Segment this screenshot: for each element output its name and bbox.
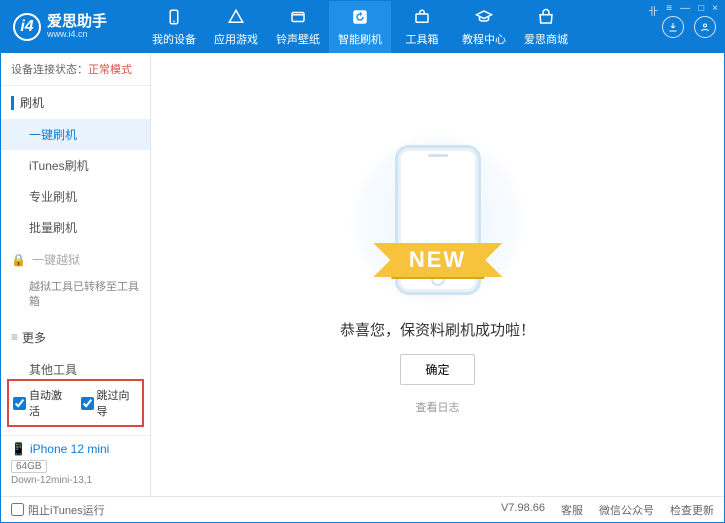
checkbox-auto-activate[interactable]: 自动激活: [13, 387, 71, 419]
sidebar-item-other-tools[interactable]: 其他工具: [1, 354, 150, 375]
graduation-icon: [474, 7, 494, 27]
wechat-link[interactable]: 微信公众号: [599, 502, 654, 518]
phone-icon: [164, 7, 184, 27]
device-storage: 64GB: [11, 460, 47, 473]
new-ribbon: NEW: [391, 243, 484, 277]
logo[interactable]: i4 爱思助手 www.i4.cn: [13, 13, 143, 41]
close-button[interactable]: ×: [712, 3, 718, 18]
device-model: Down-12mini-13,1: [11, 475, 140, 486]
brand-name: 爱思助手: [47, 14, 107, 31]
main-content: NEW 恭喜您，保资料刷机成功啦！ 确定 查看日志: [151, 53, 724, 496]
sidebar-item-oneclick-flash[interactable]: 一键刷机: [1, 119, 150, 150]
toolbox-icon: [412, 7, 432, 27]
check-update-link[interactable]: 检查更新: [670, 502, 714, 518]
window-controls: 卝 ≡ — □ ×: [648, 3, 718, 18]
success-illustration: NEW: [338, 135, 538, 305]
device-panel[interactable]: 📱 iPhone 12 mini 64GB Down-12mini-13,1: [1, 435, 150, 496]
nav-apps[interactable]: 应用游戏: [205, 1, 267, 53]
jailbreak-note: 越狱工具已转移至工具箱: [1, 276, 150, 321]
nav-flash[interactable]: 智能刷机: [329, 1, 391, 53]
footer: 阻止iTunes运行 V7.98.66 客服 微信公众号 检查更新: [1, 496, 724, 522]
user-button[interactable]: [694, 16, 716, 38]
section-more[interactable]: ≡ 更多: [1, 321, 150, 354]
title-right: [662, 16, 716, 38]
minimize-button[interactable]: —: [680, 3, 690, 18]
options-highlight: 自动激活 跳过向导: [7, 379, 144, 427]
nav-tutorials[interactable]: 教程中心: [453, 1, 515, 53]
checkbox-block-itunes[interactable]: 阻止iTunes运行: [11, 502, 105, 518]
nav-ringtones[interactable]: 铃声壁纸: [267, 1, 329, 53]
list-icon: ≡: [11, 330, 16, 344]
nav-my-device[interactable]: 我的设备: [143, 1, 205, 53]
sidebar-item-pro-flash[interactable]: 专业刷机: [1, 181, 150, 212]
brand-url: www.i4.cn: [47, 30, 107, 40]
wallet-icon: [288, 7, 308, 27]
nav-toolbox[interactable]: 工具箱: [391, 1, 453, 53]
section-jailbreak: 🔒 一键越狱: [1, 243, 150, 276]
sidebar-item-batch-flash[interactable]: 批量刷机: [1, 212, 150, 243]
download-button[interactable]: [662, 16, 684, 38]
maximize-button[interactable]: □: [698, 3, 704, 18]
version-label: V7.98.66: [501, 502, 545, 518]
menu-button[interactable]: ≡: [666, 3, 672, 18]
section-indicator-icon: [11, 96, 14, 110]
success-message: 恭喜您，保资料刷机成功啦！: [340, 319, 535, 340]
device-name: iPhone 12 mini: [30, 442, 109, 456]
main-nav: 我的设备 应用游戏 铃声壁纸 智能刷机 工具箱 教程中心: [143, 1, 662, 53]
ok-button[interactable]: 确定: [400, 354, 474, 385]
section-flash[interactable]: 刷机: [1, 86, 150, 119]
store-icon: [536, 7, 556, 27]
sidebar-item-itunes-flash[interactable]: iTunes刷机: [1, 150, 150, 181]
apps-icon: [226, 7, 246, 27]
logo-icon: i4: [13, 13, 41, 41]
lock-icon: 🔒: [11, 253, 26, 267]
device-phone-icon: 📱: [11, 442, 26, 456]
sidebar: 设备连接状态：正常模式 刷机 一键刷机 iTunes刷机 专业刷机 批量刷机 🔒…: [1, 53, 151, 496]
connection-status: 设备连接状态：正常模式: [1, 53, 150, 86]
refresh-icon: [350, 7, 370, 27]
feedback-button[interactable]: 卝: [648, 3, 658, 18]
checkbox-skip-guide[interactable]: 跳过向导: [81, 387, 139, 419]
nav-store[interactable]: 爱思商城: [515, 1, 577, 53]
view-log-link[interactable]: 查看日志: [416, 399, 460, 415]
customer-service-link[interactable]: 客服: [561, 502, 583, 518]
titlebar: 卝 ≡ — □ × i4 爱思助手 www.i4.cn 我的设备 应用游戏: [1, 1, 724, 53]
